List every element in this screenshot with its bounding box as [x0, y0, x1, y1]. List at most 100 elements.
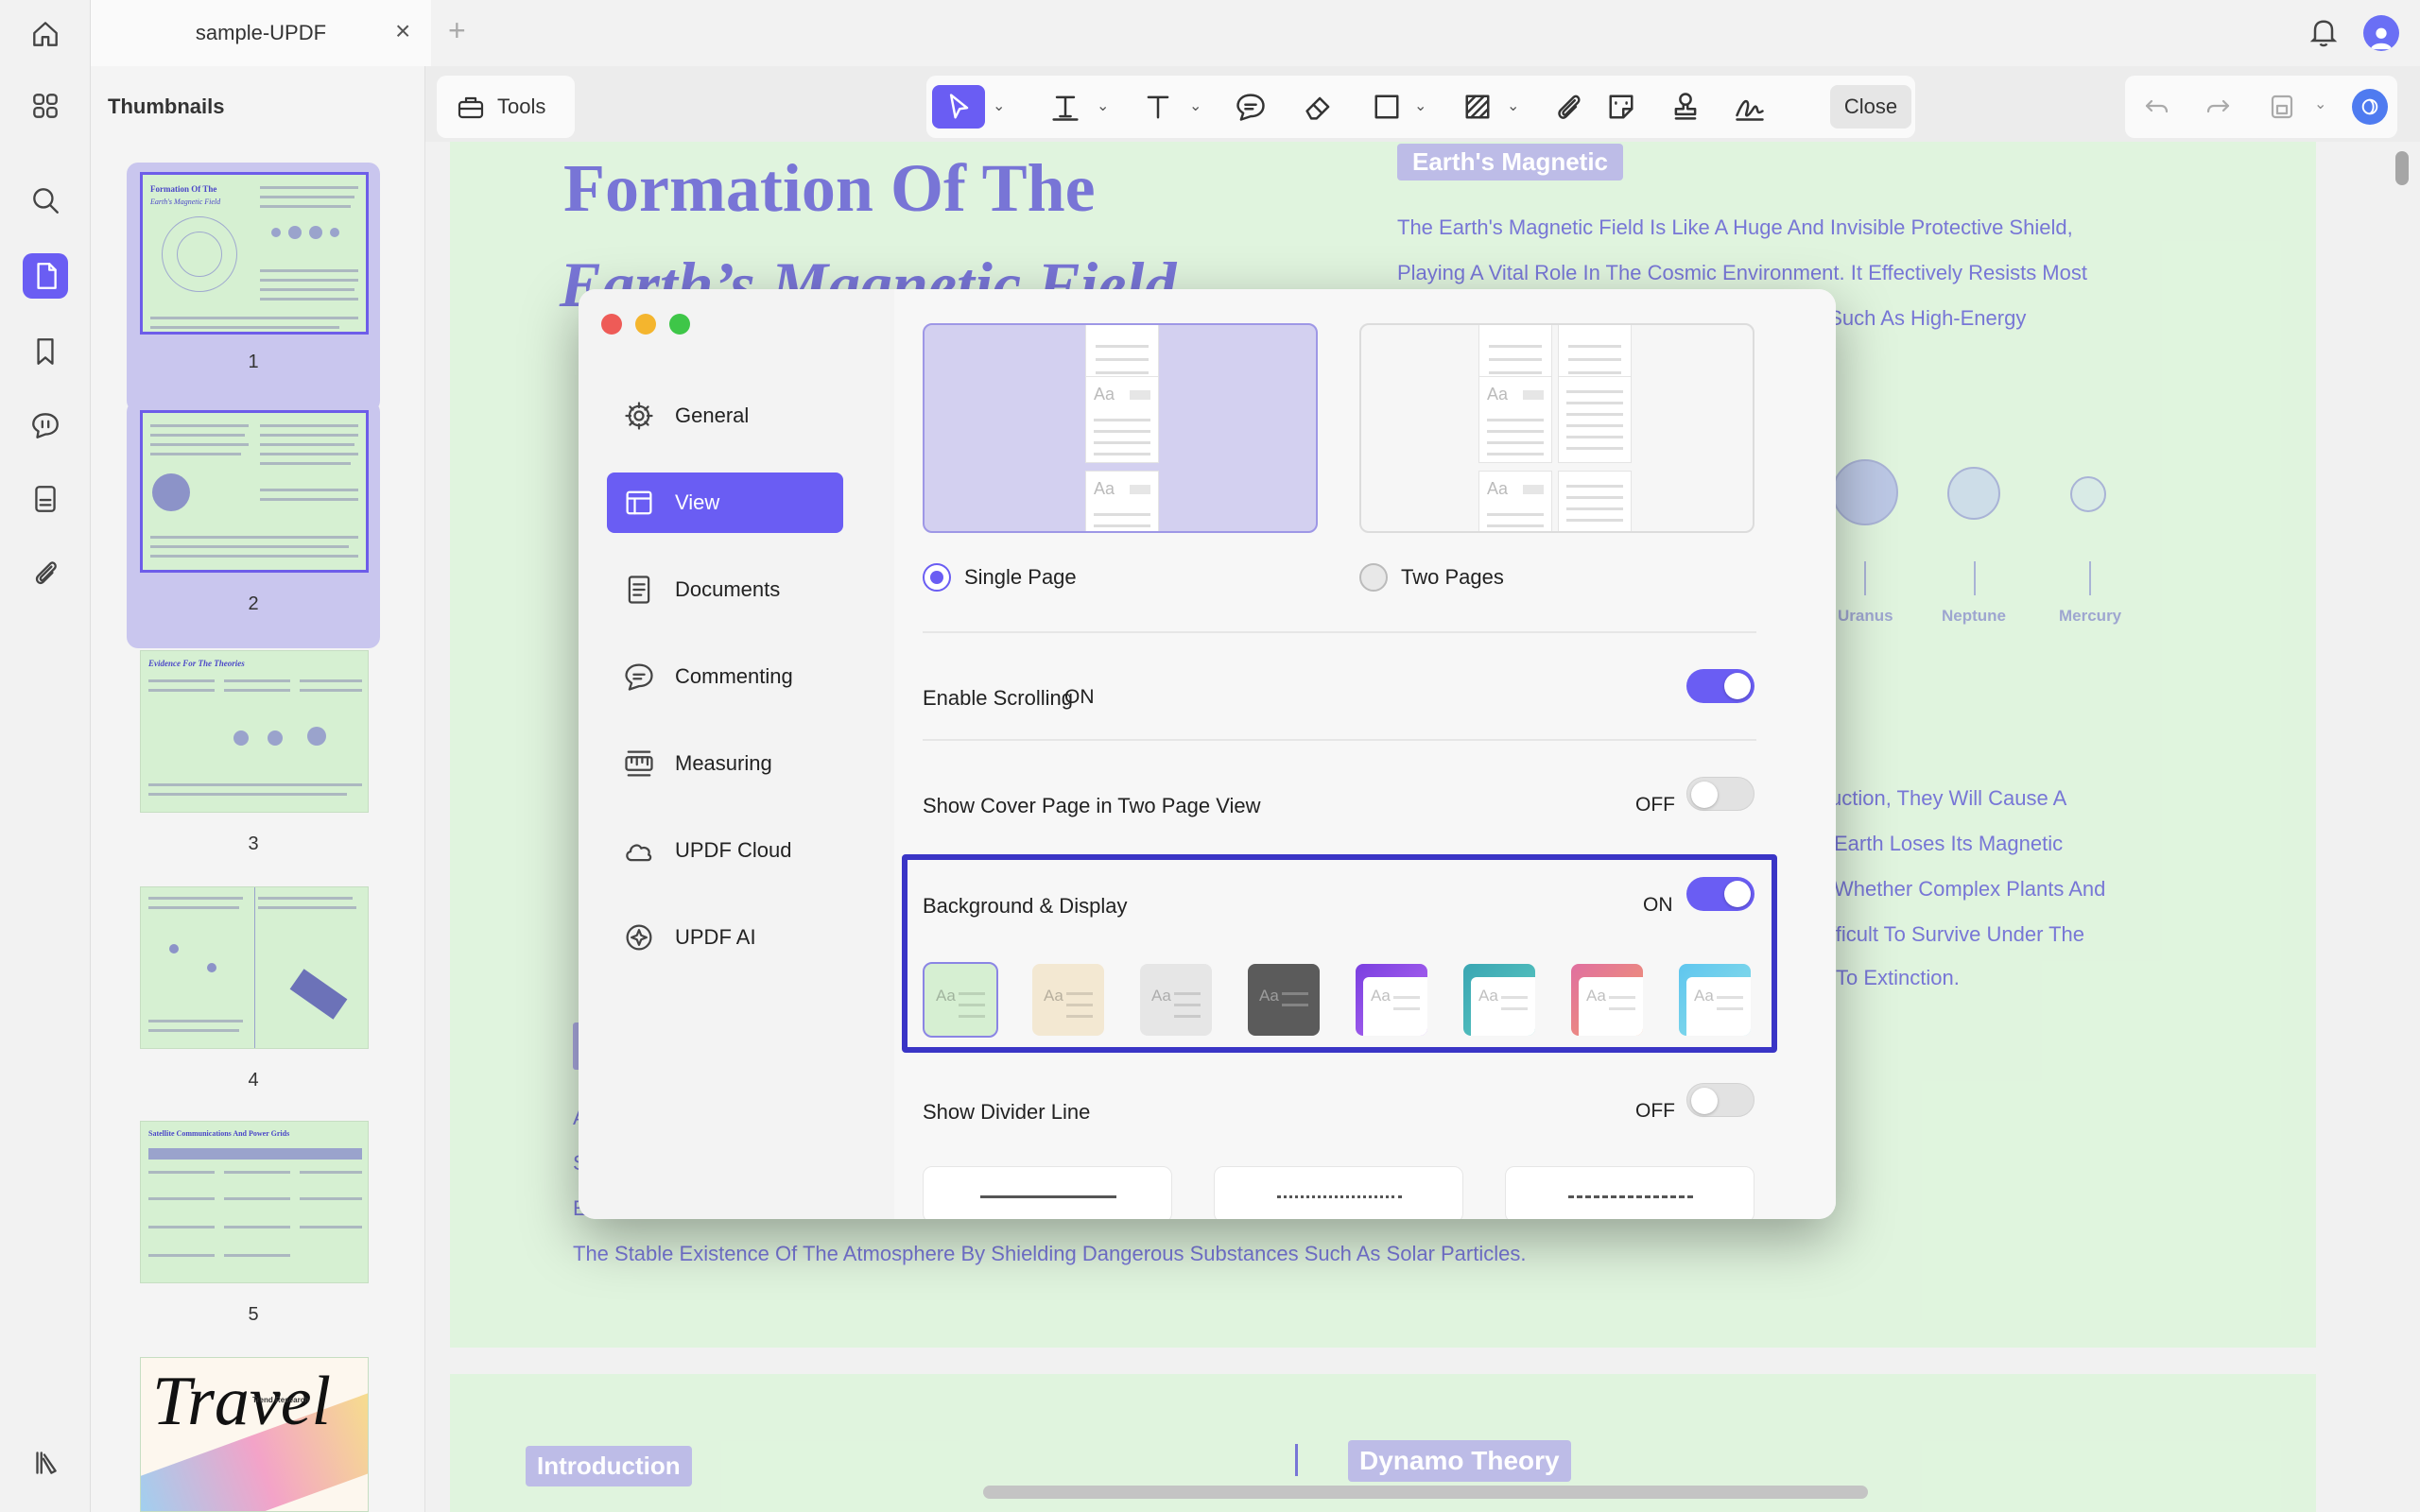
doc-title-line1: Formation Of The [563, 150, 1096, 226]
background-swatch-sky[interactable]: Aa [1679, 964, 1751, 1036]
bell-icon[interactable] [2307, 15, 2341, 49]
apps-icon[interactable] [23, 83, 68, 129]
ai-assistant-icon[interactable] [2352, 89, 2388, 125]
nav-updf-cloud[interactable]: UPDF Cloud [607, 820, 843, 881]
thumbnail-page-1[interactable]: Formation Of The Earth's Magnetic Field … [127, 163, 380, 412]
stamp-icon [1674, 93, 1697, 120]
nav-general[interactable]: General [607, 386, 843, 446]
gear-icon [625, 402, 653, 430]
rectangle-tool[interactable] [1365, 85, 1409, 129]
background-swatch-teal[interactable]: Aa [1463, 964, 1535, 1036]
single-page-label: Single Page [964, 565, 1077, 589]
left-rail [0, 0, 91, 1512]
divider-style-solid[interactable] [923, 1166, 1172, 1219]
chevron-down-icon[interactable]: ⌄ [1189, 96, 1201, 115]
single-page-radio-row[interactable]: Single Page [923, 563, 1077, 592]
comment-icon[interactable] [23, 403, 68, 448]
document-icon[interactable] [23, 253, 68, 299]
single-page-option-card[interactable]: Aa Aa [923, 323, 1318, 533]
search-icon[interactable] [23, 178, 68, 223]
planet-label: Neptune [1942, 607, 2006, 625]
close-toolbar-button[interactable]: Close [1830, 85, 1911, 129]
two-pages-radio-row[interactable]: Two Pages [1359, 563, 1504, 592]
chevron-down-icon[interactable]: ⌄ [1414, 96, 1426, 115]
eraser-tool[interactable] [1297, 85, 1340, 129]
select-tool[interactable] [932, 85, 985, 129]
background-swatch-dark[interactable]: Aa [1248, 964, 1320, 1036]
nav-documents[interactable]: Documents [607, 559, 843, 620]
document-vscrollbar[interactable] [2395, 151, 2409, 185]
background-swatch-pink[interactable]: Aa [1571, 964, 1643, 1036]
text-box-tool[interactable] [1044, 85, 1087, 129]
rectangle-icon [1374, 94, 1399, 119]
background-swatch-green[interactable]: Aa [923, 962, 998, 1038]
area-fill-tool[interactable] [1456, 85, 1499, 129]
nav-view[interactable]: View [607, 472, 843, 533]
thumb-title: Formation Of The [150, 184, 217, 194]
hatch-icon [1465, 94, 1490, 119]
home-icon[interactable] [23, 11, 68, 57]
toolbox-icon [458, 96, 484, 119]
form-icon[interactable] [23, 476, 68, 522]
window-close-button[interactable] [601, 314, 622, 335]
paperclip-icon [1558, 94, 1581, 119]
bookmark-icon[interactable] [23, 329, 68, 374]
doc-divider [1295, 1444, 1298, 1476]
nav-updf-ai[interactable]: UPDF AI [607, 907, 843, 968]
redo-icon[interactable] [2203, 92, 2233, 122]
show-cover-page-toggle[interactable] [1686, 777, 1754, 811]
thumbnail-page-5[interactable]: Satellite Communications And Power Grids… [127, 1111, 380, 1359]
divider [923, 631, 1756, 633]
background-swatch-gray[interactable]: Aa [1140, 964, 1212, 1036]
thumbnail-page-3[interactable]: Evidence For The Theories 3 [127, 641, 380, 888]
undo-icon[interactable] [2142, 92, 2172, 122]
background-swatch-purple[interactable]: Aa [1356, 964, 1427, 1036]
background-display-toggle[interactable] [1686, 877, 1754, 911]
thumbnail-page-6[interactable]: Travel Trend Research [127, 1348, 380, 1512]
thumbnail-page-4[interactable]: 4 [127, 877, 380, 1125]
enable-scrolling-toggle[interactable] [1686, 669, 1754, 703]
comment-icon [625, 663, 653, 691]
nav-label: Commenting [675, 664, 793, 688]
chevron-down-icon[interactable]: ⌄ [2314, 94, 2326, 113]
attach-tool[interactable] [1547, 85, 1590, 129]
preferences-dialog: General View Documents Commenting Measur… [579, 289, 1836, 1219]
two-pages-radio[interactable] [1359, 563, 1388, 592]
tools-button[interactable]: Tools [437, 76, 575, 138]
chevron-down-icon[interactable]: ⌄ [1507, 96, 1519, 115]
chevron-down-icon[interactable]: ⌄ [1097, 96, 1109, 115]
nav-measuring[interactable]: Measuring [607, 733, 843, 794]
mini-page-text: Aa [1094, 385, 1115, 404]
sticker-tool[interactable] [1599, 85, 1643, 129]
text-box-icon [1052, 95, 1079, 121]
save-icon[interactable] [2267, 92, 2297, 122]
planet-label: Uranus [1838, 607, 1893, 625]
divider-style-dotted[interactable] [1214, 1166, 1463, 1219]
chevron-down-icon[interactable]: ⌄ [993, 96, 1005, 115]
window-minimize-button[interactable] [635, 314, 656, 335]
two-pages-option-card[interactable]: Aa Aa [1359, 323, 1754, 533]
thumbnails-panel: Thumbnails Formation Of The Earth's Magn… [91, 66, 507, 1512]
signature-tool[interactable] [1726, 85, 1773, 129]
thumbnail-page-2[interactable]: 2 [127, 401, 380, 648]
user-avatar-icon[interactable] [2363, 15, 2399, 51]
comment-tool[interactable] [1229, 85, 1272, 129]
single-page-radio[interactable] [923, 563, 951, 592]
layers-icon[interactable] [23, 1440, 68, 1486]
document-tab[interactable]: sample-UPDF [91, 0, 431, 66]
close-tab-icon[interactable]: × [395, 17, 410, 45]
comment-icon [1236, 94, 1265, 121]
background-swatch-beige[interactable]: Aa [1032, 964, 1104, 1036]
divider-style-dashed[interactable] [1505, 1166, 1754, 1219]
preferences-sidebar: General View Documents Commenting Measur… [579, 289, 894, 1219]
add-tab-icon[interactable]: + [448, 13, 466, 48]
document-hscrollbar[interactable] [983, 1486, 1868, 1499]
show-divider-line-toggle[interactable] [1686, 1083, 1754, 1117]
text-tool[interactable] [1136, 85, 1180, 129]
attachment-icon[interactable] [23, 550, 68, 595]
stamp-tool[interactable] [1664, 85, 1707, 129]
eraser-icon [1305, 96, 1330, 120]
nav-label: General [675, 404, 750, 427]
nav-commenting[interactable]: Commenting [607, 646, 843, 707]
window-maximize-button[interactable] [669, 314, 690, 335]
